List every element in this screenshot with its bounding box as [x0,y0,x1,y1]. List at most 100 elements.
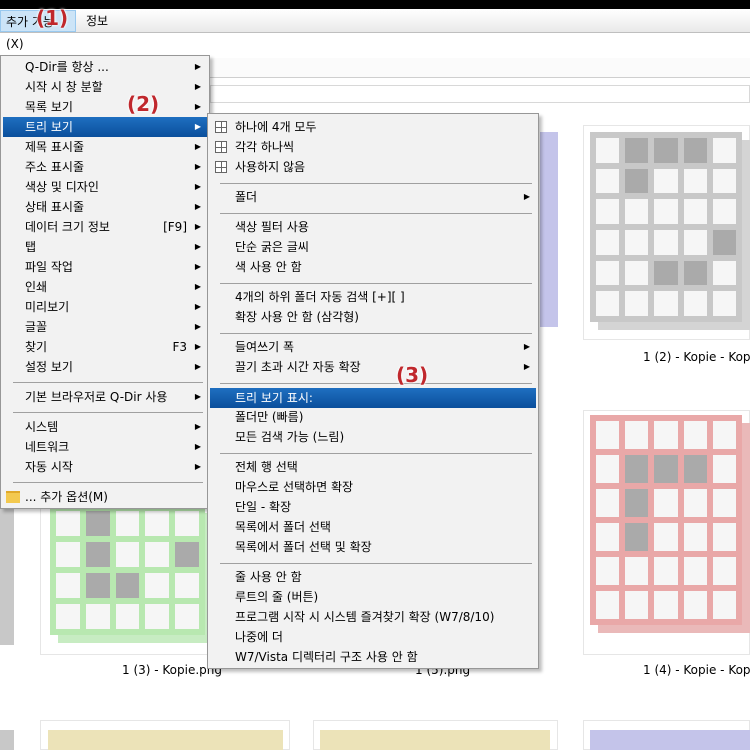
menu-item-auto-scan-subfolders[interactable]: 4개의 하위 폴더 자동 검색 [+][ ] [210,287,536,307]
menu-item-expand-on-mouse-select[interactable]: 마우스로 선택하면 확장 [210,477,536,497]
menu-item-address-bar[interactable]: 주소 표시줄 ▶ [3,157,207,177]
menu-item-label: 폴더만 (빠름) [235,410,304,424]
menu-info[interactable]: 정보 [81,9,113,33]
menu-item-folders-only[interactable]: 폴더만 (빠름) [210,407,536,427]
menu-item-label: 목록에서 폴더 선택 및 확장 [235,540,372,554]
menu-item-no-color[interactable]: 색 사용 안 함 [210,257,536,277]
toolbar [210,58,750,78]
submenu-arrow-icon: ▶ [194,302,201,311]
menu-item-data-size-info[interactable]: 데이터 크기 정보 [F9] ▶ [3,217,207,237]
menu-item-indent-width[interactable]: 들여쓰기 폭 ▶ [210,337,536,357]
menu-item-more-options[interactable]: ... 추가 옵션(M) [3,487,207,507]
menu-item-select-and-expand[interactable]: 목록에서 폴더 선택 및 확장 [210,537,536,557]
file-name[interactable]: 1 (2) - Kopie - Kopie. [643,350,750,364]
submenu-arrow-icon: ▶ [194,362,201,371]
menu-item-label: 상태 표시줄 [25,200,85,214]
menu-item-font[interactable]: 글꼴 ▶ [3,317,207,337]
menu-item-no-expand-triangle[interactable]: 확장 사용 안 함 (삼각형) [210,307,536,327]
menu-item-status-bar[interactable]: 상태 표시줄 ▶ [3,197,207,217]
submenu-arrow-icon: ▶ [194,262,201,271]
menu-item-label: 설정 보기 [25,360,73,374]
menu-item-not-used[interactable]: 사용하지 않음 [210,157,536,177]
menu-item-all-four-in-one[interactable]: 하나에 4개 모두 [210,117,536,137]
menu-item-label: 하나에 4개 모두 [235,120,317,134]
file-name[interactable]: 1 (4) - Kopie - Kopie. [643,663,750,677]
menu-item-label: 확장 사용 안 함 (삼각형) [235,310,359,324]
menu-item-find[interactable]: 찾기 F3 ▶ [3,337,207,357]
submenu-arrow-icon: ▶ [194,122,201,131]
menu-item-label: 단순 굵은 글씨 [235,240,309,254]
menu-item-system[interactable]: 시스템 ▶ [3,417,207,437]
menu-item-simple-bold[interactable]: 단순 굵은 글씨 [210,237,536,257]
tree-layout-icon [215,121,227,133]
menu-item-full-row-select[interactable]: 전체 행 선택 [210,457,536,477]
address-bar[interactable] [210,85,750,103]
menu-separator [220,453,532,454]
thumbnail-blue-edge [540,132,558,327]
menu-item-tree-view[interactable]: 트리 보기 ▶ [3,117,207,137]
menu-item-label: 들여쓰기 폭 [235,340,295,354]
menu-item-title-bar[interactable]: 제목 표시줄 ▶ [3,137,207,157]
submenu-arrow-icon: ▶ [194,102,201,111]
menu-item-folder[interactable]: 폴더 ▶ [210,187,536,207]
menu-separator [220,383,532,384]
menu-item-label: 주소 표시줄 [25,160,85,174]
submenu-arrow-icon: ▶ [194,282,201,291]
title-bar-strip [0,0,750,9]
menu-item-view-settings[interactable]: 설정 보기 ▶ [3,357,207,377]
submenu-arrow-icon: ▶ [194,222,201,231]
menu-item-label: 사용하지 않음 [235,160,306,174]
menu-item-all-searchable[interactable]: 모든 검색 가능 (느림) [210,427,536,447]
menu-item-label: 끌기 초과 시간 자동 확장 [235,360,361,374]
submenu-arrow-icon: ▶ [194,142,201,151]
menu-item-color-filter[interactable]: 색상 필터 사용 [210,217,536,237]
menu-item-startup-split[interactable]: 시작 시 창 분할 ▶ [3,77,207,97]
menu-item-no-vista-directory-structure[interactable]: W7/Vista 디렉터리 구조 사용 안 함 [210,647,536,667]
menu-item-label: 전체 행 선택 [235,460,298,474]
menu-item-tree-view-display[interactable]: 트리 보기 표시: [210,388,536,408]
menu-item-preview[interactable]: 미리보기 ▶ [3,297,207,317]
menu-item-default-browser[interactable]: 기본 브라우저로 Q-Dir 사용 ▶ [3,387,207,407]
menu-item-select-folder-in-list[interactable]: 목록에서 폴더 선택 [210,517,536,537]
menu-item-label: 찾기 [25,340,48,354]
tree-view-submenu: 하나에 4개 모두 각각 하나씩 사용하지 않음 폴더 ▶ 색상 필터 사용 단순… [207,113,539,669]
menu-item-more-later[interactable]: 나중에 더 [210,627,536,647]
menu-item-expand-favorites-startup[interactable]: 프로그램 시작 시 시스템 즐겨찾기 확장 (W7/8/10) [210,607,536,627]
menu-item-colors-design[interactable]: 색상 및 디자인 ▶ [3,177,207,197]
menu-item-qdir-always[interactable]: Q-Dir를 항상 ... ▶ [3,57,207,77]
menu-item-no-lines[interactable]: 줄 사용 안 함 [210,567,536,587]
menu-item-label: 마우스로 선택하면 확장 [235,480,354,494]
menu-item-label: 트리 보기 [25,120,73,134]
menu-separator [220,183,532,184]
tree-layout-icon [215,161,227,173]
menu-item-tabs[interactable]: 탭 ▶ [3,237,207,257]
menu-item-label: 기본 브라우저로 Q-Dir 사용 [25,390,168,404]
callout-3: (3) [396,363,429,387]
menu-item-label: 파일 작업 [25,260,73,274]
menu-item-autostart[interactable]: 자동 시작 ▶ [3,457,207,477]
menu-item-single-expand[interactable]: 단일 - 확장 [210,497,536,517]
menu-item-file-operations[interactable]: 파일 작업 ▶ [3,257,207,277]
submenu-arrow-icon: ▶ [194,242,201,251]
callout-2: (2) [127,92,160,116]
thumbnail-gray-edge [0,730,14,750]
thumbnail-gray-edge [0,500,14,645]
submenu-arrow-icon: ▶ [194,202,201,211]
menu-item-one-each[interactable]: 각각 하나씩 [210,137,536,157]
menu-item-list-view[interactable]: 목록 보기 ▶ [3,97,207,117]
menu-item-drag-timeout-expand[interactable]: 끌기 초과 시간 자동 확장 ▶ [210,357,536,377]
menu-item-label: 4개의 하위 폴더 자동 검색 [+][ ] [235,290,405,304]
submenu-arrow-icon: ▶ [523,342,530,351]
menu-item-label: Q-Dir를 항상 ... [25,60,109,74]
menu-item-print[interactable]: 인쇄 ▶ [3,277,207,297]
menu-item-root-lines[interactable]: 루트의 줄 (버튼) [210,587,536,607]
menu-item-network[interactable]: 네트워크 ▶ [3,437,207,457]
menu-item-label: ... 추가 옵션(M) [25,490,108,504]
shortcut-label: [F9] [163,220,187,234]
menu-item-label: 모든 검색 가능 (느림) [235,430,345,444]
menu-item-label: 루트의 줄 (버튼) [235,590,319,604]
submenu-arrow-icon: ▶ [194,342,201,351]
thumbnail-red [590,415,750,633]
menu-item-label: 미리보기 [25,300,70,314]
menu-item-label: 네트워크 [25,440,70,454]
